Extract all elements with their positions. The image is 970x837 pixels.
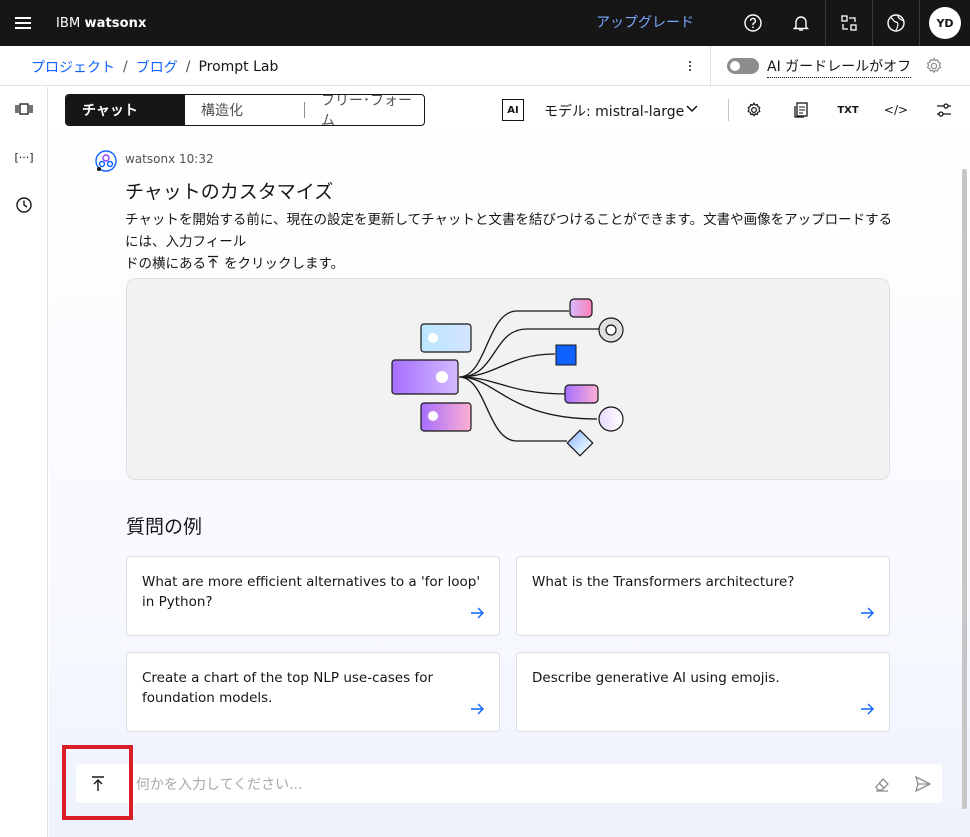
arrow-right-icon[interactable]: [859, 605, 875, 621]
breadcrumb: プロジェクト / ブログ / Prompt Lab: [31, 57, 278, 77]
message-meta: watsonx 10:32: [125, 152, 214, 166]
history-icon[interactable]: [12, 193, 36, 217]
example-card[interactable]: Describe generative AI using emojis.: [516, 652, 890, 732]
eraser-icon[interactable]: [873, 775, 891, 793]
txt-icon[interactable]: TXT: [836, 98, 860, 122]
left-rail: [···]: [0, 87, 48, 837]
message-body: チャットを開始する前に、現在の設定を更新してチャットと文書を結びつけることができ…: [125, 209, 895, 275]
scroll-thumb[interactable]: [962, 169, 967, 809]
sliders-icon[interactable]: [932, 98, 956, 122]
globe-icon[interactable]: [873, 0, 919, 46]
brand-name: watsonx: [84, 15, 147, 31]
upgrade-link[interactable]: アップグレード: [596, 12, 694, 32]
message-title: チャットのカスタマイズ: [125, 181, 334, 203]
breadcrumb-bar: プロジェクト / ブログ / Prompt Lab AI ガードレールがオフ: [0, 46, 970, 86]
tab-structured[interactable]: 構造化: [185, 102, 305, 119]
main-area: チャット 構造化 フリー･フォーム AI モデル: mistral-large …: [49, 87, 970, 837]
examples-title: 質問の例: [126, 516, 203, 538]
arrow-right-icon[interactable]: [859, 701, 875, 717]
breadcrumb-blog[interactable]: ブログ: [136, 57, 178, 77]
tab-chat[interactable]: チャット: [66, 95, 185, 125]
message-body-text: をクリックします。: [224, 256, 345, 272]
chevron-down-icon[interactable]: [685, 101, 699, 119]
model-selector[interactable]: モデル: mistral-large: [544, 101, 684, 121]
example-card[interactable]: What are more efficient alternatives to …: [126, 556, 500, 636]
variables-icon[interactable]: [···]: [12, 145, 36, 169]
ai-badge-icon: AI: [502, 99, 524, 121]
overflow-menu-icon[interactable]: [682, 56, 698, 76]
example-text: Describe generative AI using emojis.: [532, 670, 780, 686]
notification-icon[interactable]: [778, 0, 824, 46]
example-text: What is the Transformers architecture?: [532, 574, 795, 590]
tab-freeform[interactable]: フリー･フォーム: [305, 95, 424, 125]
arrow-right-icon[interactable]: [469, 605, 485, 621]
upload-highlight-box: [62, 745, 133, 820]
switcher-icon[interactable]: [826, 0, 872, 46]
send-icon[interactable]: [914, 775, 932, 793]
example-card[interactable]: What is the Transformers architecture?: [516, 556, 890, 636]
message-sender: watsonx: [125, 152, 176, 166]
brand[interactable]: IBM watsonx: [56, 16, 147, 31]
top-header: IBM watsonx アップグレード YD: [0, 0, 970, 46]
documents-icon[interactable]: [789, 98, 813, 122]
upload-arrow-icon: [206, 254, 224, 268]
example-text: Create a chart of the top NLP use-cases …: [142, 670, 434, 706]
code-icon[interactable]: </>: [884, 98, 908, 122]
chat-input-bar: 何かを入力してください...: [76, 764, 942, 803]
prompt-toolbar: チャット 構造化 フリー･フォーム AI モデル: mistral-large …: [49, 87, 970, 133]
mode-switcher: チャット 構造化 フリー･フォーム: [65, 94, 425, 126]
scrollbar[interactable]: [959, 133, 969, 813]
message-body-line: ドの横にある をクリックします。: [125, 253, 895, 275]
message-time: 10:32: [179, 152, 214, 166]
brand-prefix: IBM: [56, 15, 85, 31]
avatar[interactable]: YD: [929, 7, 961, 39]
model-parameters-gear-icon[interactable]: [742, 98, 766, 122]
breadcrumb-projects[interactable]: プロジェクト: [31, 57, 115, 77]
hamburger-icon[interactable]: [0, 0, 46, 46]
chat-input[interactable]: 何かを入力してください...: [136, 774, 303, 794]
breadcrumb-separator: /: [123, 59, 128, 75]
guardrails-label[interactable]: AI ガードレールがオフ: [767, 56, 912, 78]
message-body-text: ドの横にある: [125, 256, 206, 272]
breadcrumb-separator: /: [185, 59, 191, 75]
arrow-right-icon[interactable]: [469, 701, 485, 717]
watsonx-avatar-icon: [94, 149, 118, 173]
guardrails-toggle[interactable]: [727, 58, 759, 74]
breadcrumb-current: Prompt Lab: [198, 59, 279, 75]
help-icon[interactable]: [730, 0, 776, 46]
settings-gear-icon[interactable]: [924, 56, 944, 76]
chat-illustration: [126, 278, 890, 480]
message-body-line: チャットを開始する前に、現在の設定を更新してチャットと文書を結びつけることができ…: [125, 212, 893, 250]
example-card[interactable]: Create a chart of the top NLP use-cases …: [126, 652, 500, 732]
compare-icon[interactable]: [12, 97, 36, 121]
example-text: What are more efficient alternatives to …: [142, 574, 481, 610]
